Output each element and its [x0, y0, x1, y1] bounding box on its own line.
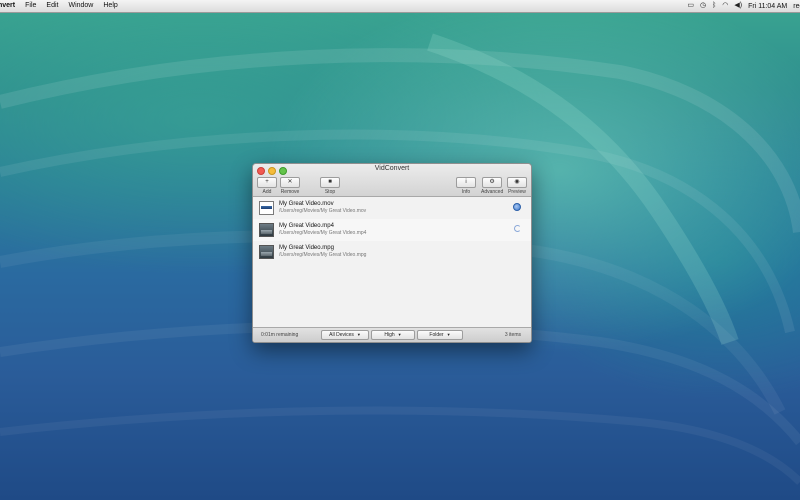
video-thumbnail — [259, 201, 274, 215]
volume-icon[interactable]: ◀) — [734, 0, 742, 12]
menu-file[interactable]: File — [20, 0, 41, 12]
done-status-icon — [513, 203, 521, 211]
menu-clock[interactable]: Fri 11:04 AM — [748, 3, 787, 10]
time-machine-icon[interactable]: ◷ — [700, 0, 706, 12]
menu-user[interactable]: rec — [793, 3, 800, 10]
remove-button[interactable]: ✕ Remove — [280, 177, 300, 195]
stop-icon[interactable]: ■ — [320, 177, 340, 188]
eye-icon[interactable]: ◉ — [507, 177, 527, 188]
menu-app-name[interactable]: nvert — [0, 0, 20, 12]
file-list[interactable]: My Great Video.mov /Users/reg/Movies/My … — [253, 197, 531, 328]
file-path: /Users/reg/Movies/My Great Video.mov — [279, 208, 366, 214]
stop-label: Stop — [325, 189, 335, 195]
menu-help[interactable]: Help — [98, 0, 122, 12]
status-bar: 0:01m remaining All Devices ▼ High ▼ Fol… — [253, 327, 531, 342]
info-button[interactable]: i Info — [456, 177, 476, 195]
info-icon[interactable]: i — [456, 177, 476, 188]
file-path: /Users/reg/Movies/My Great Video.mpg — [279, 252, 366, 258]
advanced-button[interactable]: ⚙ Advanced — [481, 177, 503, 195]
file-name: My Great Video.mov — [279, 201, 334, 207]
device-popup[interactable]: All Devices ▼ — [321, 330, 369, 340]
progress-spinner-icon — [514, 225, 521, 232]
destination-popup[interactable]: Folder ▼ — [417, 330, 463, 340]
preview-button[interactable]: ◉ Preview — [507, 177, 527, 195]
chevron-down-icon: ▼ — [398, 331, 402, 339]
chevron-down-icon: ▼ — [357, 331, 361, 339]
menu-window[interactable]: Window — [63, 0, 98, 12]
add-button[interactable]: + Add — [257, 177, 277, 195]
file-name: My Great Video.mpg — [279, 245, 334, 251]
window-titlebar[interactable]: VidConvert + Add ✕ Remove ■ Stop i Info … — [253, 164, 531, 197]
menu-edit[interactable]: Edit — [41, 0, 63, 12]
file-name: My Great Video.mp4 — [279, 223, 334, 229]
chevron-down-icon: ▼ — [447, 331, 451, 339]
file-path: /Users/reg/Movies/My Great Video.mp4 — [279, 230, 366, 236]
preview-label: Preview — [508, 189, 526, 195]
list-item[interactable]: My Great Video.mp4 /Users/reg/Movies/My … — [253, 219, 531, 241]
quality-value: High — [384, 331, 394, 339]
advanced-label: Advanced — [481, 189, 503, 195]
stop-button[interactable]: ■ Stop — [320, 177, 340, 195]
airplay-icon[interactable]: ▭ — [687, 0, 694, 12]
plus-icon[interactable]: + — [257, 177, 277, 188]
list-item[interactable]: My Great Video.mpg /Users/reg/Movies/My … — [253, 241, 531, 263]
video-thumbnail — [259, 245, 274, 259]
quality-popup[interactable]: High ▼ — [371, 330, 415, 340]
gear-icon[interactable]: ⚙ — [482, 177, 502, 188]
video-thumbnail — [259, 223, 274, 237]
menu-bar: nvert File Edit Window Help ▭ ◷ ᛒ ◠ ◀) F… — [0, 0, 800, 13]
remove-icon[interactable]: ✕ — [280, 177, 300, 188]
add-label: Add — [263, 189, 272, 195]
vidconvert-window: VidConvert + Add ✕ Remove ■ Stop i Info … — [252, 163, 532, 343]
wifi-icon[interactable]: ◠ — [722, 0, 728, 12]
remove-label: Remove — [281, 189, 300, 195]
bluetooth-icon[interactable]: ᛒ — [712, 0, 716, 12]
time-remaining: 0:01m remaining — [261, 332, 298, 338]
window-title: VidConvert — [253, 165, 531, 172]
info-label: Info — [462, 189, 470, 195]
device-value: All Devices — [329, 331, 354, 339]
destination-value: Folder — [429, 331, 443, 339]
item-count: 3 items — [505, 332, 521, 338]
list-item[interactable]: My Great Video.mov /Users/reg/Movies/My … — [253, 197, 531, 219]
